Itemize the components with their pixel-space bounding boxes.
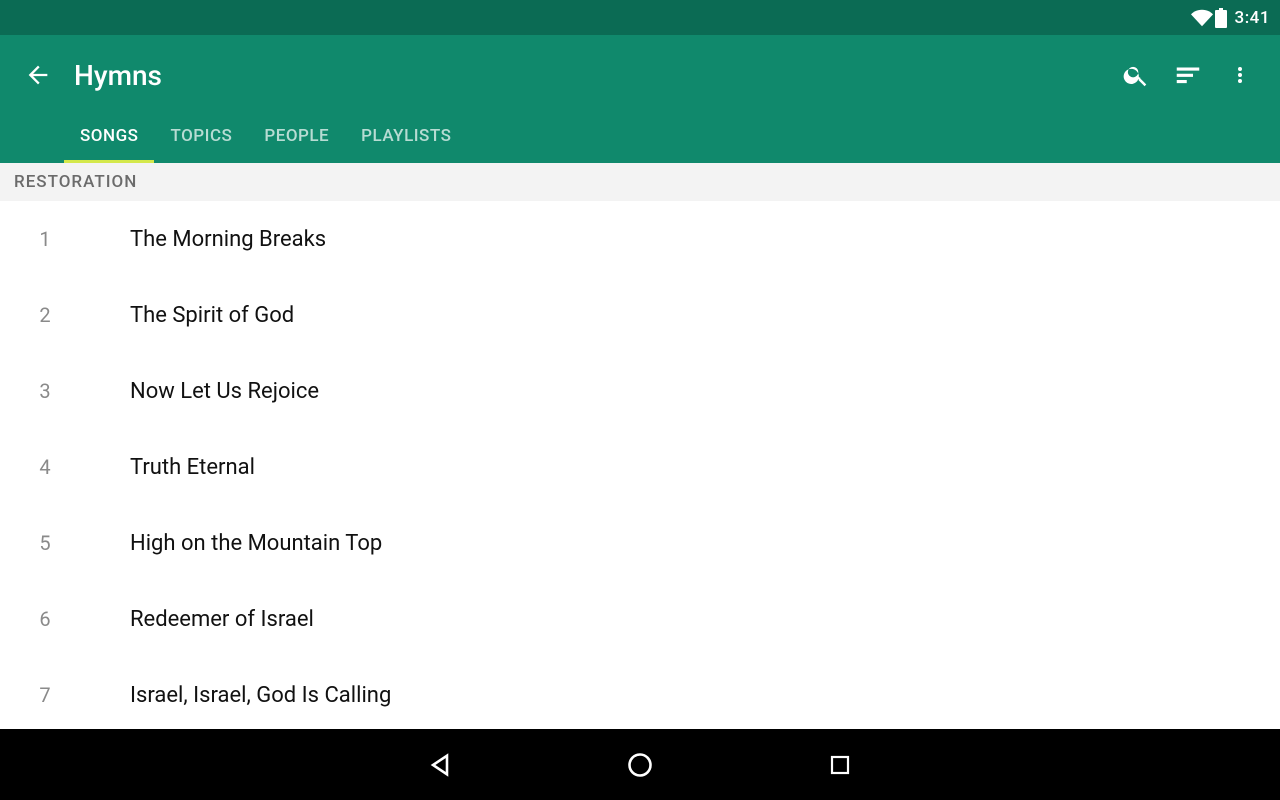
- song-title: Israel, Israel, God Is Calling: [130, 683, 391, 708]
- more-button[interactable]: [1214, 49, 1266, 101]
- tab-playlists[interactable]: PLAYLISTS: [345, 112, 467, 163]
- song-number: 3: [0, 379, 130, 403]
- tab-songs[interactable]: SONGS: [64, 112, 154, 163]
- section-header: RESTORATION: [0, 163, 1280, 201]
- nav-recent-button[interactable]: [740, 741, 940, 789]
- nav-back-icon: [426, 751, 454, 779]
- song-title: Redeemer of Israel: [130, 607, 314, 632]
- search-button[interactable]: [1110, 49, 1162, 101]
- song-title: Now Let Us Rejoice: [130, 379, 319, 404]
- song-number: 2: [0, 303, 130, 327]
- tab-topics[interactable]: TOPICS: [154, 112, 248, 163]
- list-item[interactable]: 1 The Morning Breaks: [0, 201, 1280, 277]
- song-title: High on the Mountain Top: [130, 531, 382, 556]
- song-title: The Morning Breaks: [130, 227, 326, 252]
- nav-home-button[interactable]: [540, 741, 740, 789]
- song-number: 7: [0, 683, 130, 707]
- status-bar: 3:41: [0, 0, 1280, 35]
- song-list[interactable]: 1 The Morning Breaks 2 The Spirit of God…: [0, 201, 1280, 733]
- nav-recent-icon: [828, 753, 852, 777]
- list-item[interactable]: 3 Now Let Us Rejoice: [0, 353, 1280, 429]
- more-vert-icon: [1228, 63, 1252, 87]
- song-number: 1: [0, 227, 130, 251]
- song-title: Truth Eternal: [130, 455, 255, 480]
- sort-button[interactable]: [1162, 49, 1214, 101]
- content: RESTORATION 1 The Morning Breaks 2 The S…: [0, 163, 1280, 800]
- list-item[interactable]: 2 The Spirit of God: [0, 277, 1280, 353]
- wifi-icon: [1191, 7, 1213, 29]
- list-item[interactable]: 4 Truth Eternal: [0, 429, 1280, 505]
- tab-people[interactable]: PEOPLE: [248, 112, 345, 163]
- arrow-back-icon: [24, 61, 52, 89]
- list-item[interactable]: 6 Redeemer of Israel: [0, 581, 1280, 657]
- nav-back-button[interactable]: [340, 741, 540, 789]
- search-icon: [1122, 61, 1150, 89]
- song-number: 4: [0, 455, 130, 479]
- android-nav-bar: [0, 729, 1280, 800]
- app-bar: Hymns SONGS TOPICS PEOPLE PLAYLISTS: [0, 35, 1280, 163]
- sort-icon: [1173, 60, 1203, 90]
- page-title: Hymns: [74, 59, 1110, 92]
- status-time: 3:41: [1235, 8, 1270, 28]
- tabs: SONGS TOPICS PEOPLE PLAYLISTS: [0, 115, 1280, 163]
- nav-home-icon: [626, 751, 654, 779]
- battery-icon: [1215, 8, 1227, 28]
- back-button[interactable]: [14, 51, 62, 99]
- song-title: The Spirit of God: [130, 303, 294, 328]
- song-number: 5: [0, 531, 130, 555]
- list-item[interactable]: 5 High on the Mountain Top: [0, 505, 1280, 581]
- list-item[interactable]: 7 Israel, Israel, God Is Calling: [0, 657, 1280, 733]
- song-number: 6: [0, 607, 130, 631]
